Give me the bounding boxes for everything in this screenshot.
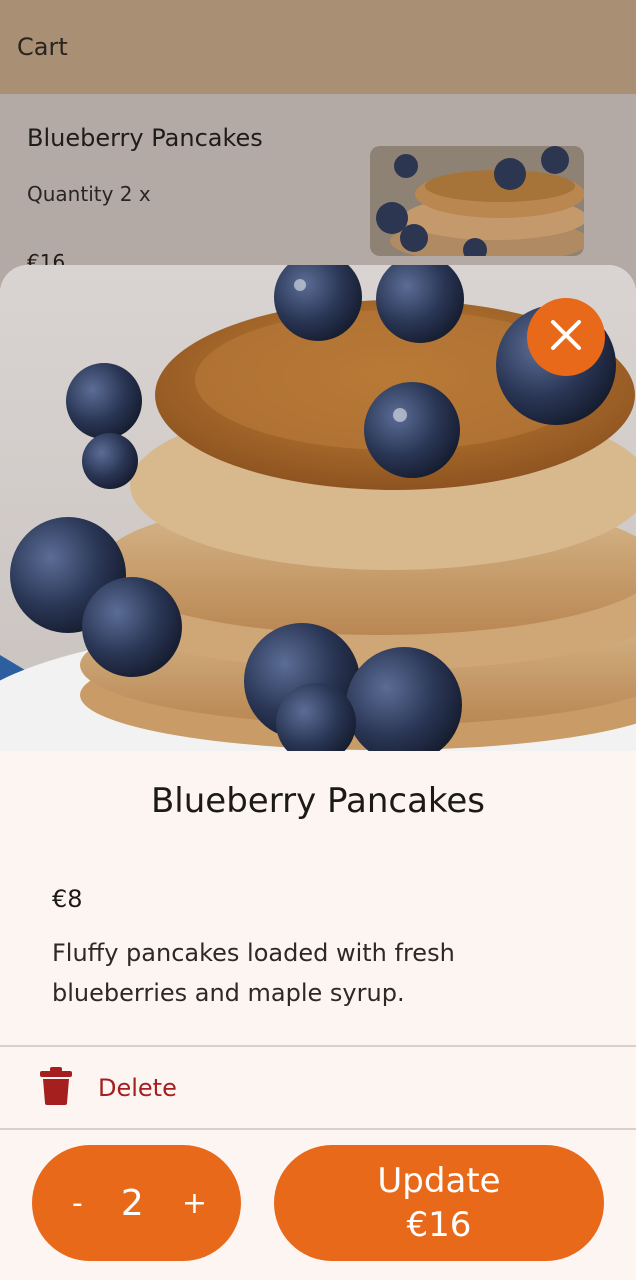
item-unit-price: €8 xyxy=(52,885,83,913)
quantity-stepper: - 2 + xyxy=(32,1145,241,1261)
item-detail-sheet: Blueberry Pancakes €8 Fluffy pancakes lo… xyxy=(0,265,636,1280)
cart-item-thumbnail xyxy=(370,146,584,256)
trash-icon xyxy=(40,1067,72,1109)
app-header: Cart xyxy=(0,0,636,94)
close-icon xyxy=(549,318,583,356)
update-label: Update xyxy=(377,1161,501,1201)
item-title: Blueberry Pancakes xyxy=(150,781,486,821)
update-button[interactable]: Update €16 xyxy=(274,1145,604,1261)
item-description: Fluffy pancakes loaded with fresh bluebe… xyxy=(52,939,455,1007)
decrement-button[interactable]: - xyxy=(72,1186,83,1221)
cart-item[interactable]: Blueberry Pancakes Quantity 2 x €16 xyxy=(0,94,636,294)
delete-button[interactable]: Delete xyxy=(0,1047,636,1129)
cart-item-quantity: Quantity 2 x xyxy=(27,182,151,206)
cart-item-name: Blueberry Pancakes xyxy=(27,124,263,152)
increment-button[interactable]: + xyxy=(182,1186,207,1221)
quantity-value: 2 xyxy=(120,1182,144,1224)
delete-label: Delete xyxy=(98,1074,177,1102)
page-title: Cart xyxy=(17,33,68,61)
divider xyxy=(0,1128,636,1130)
close-button[interactable] xyxy=(527,298,605,376)
update-total: €16 xyxy=(406,1205,472,1245)
